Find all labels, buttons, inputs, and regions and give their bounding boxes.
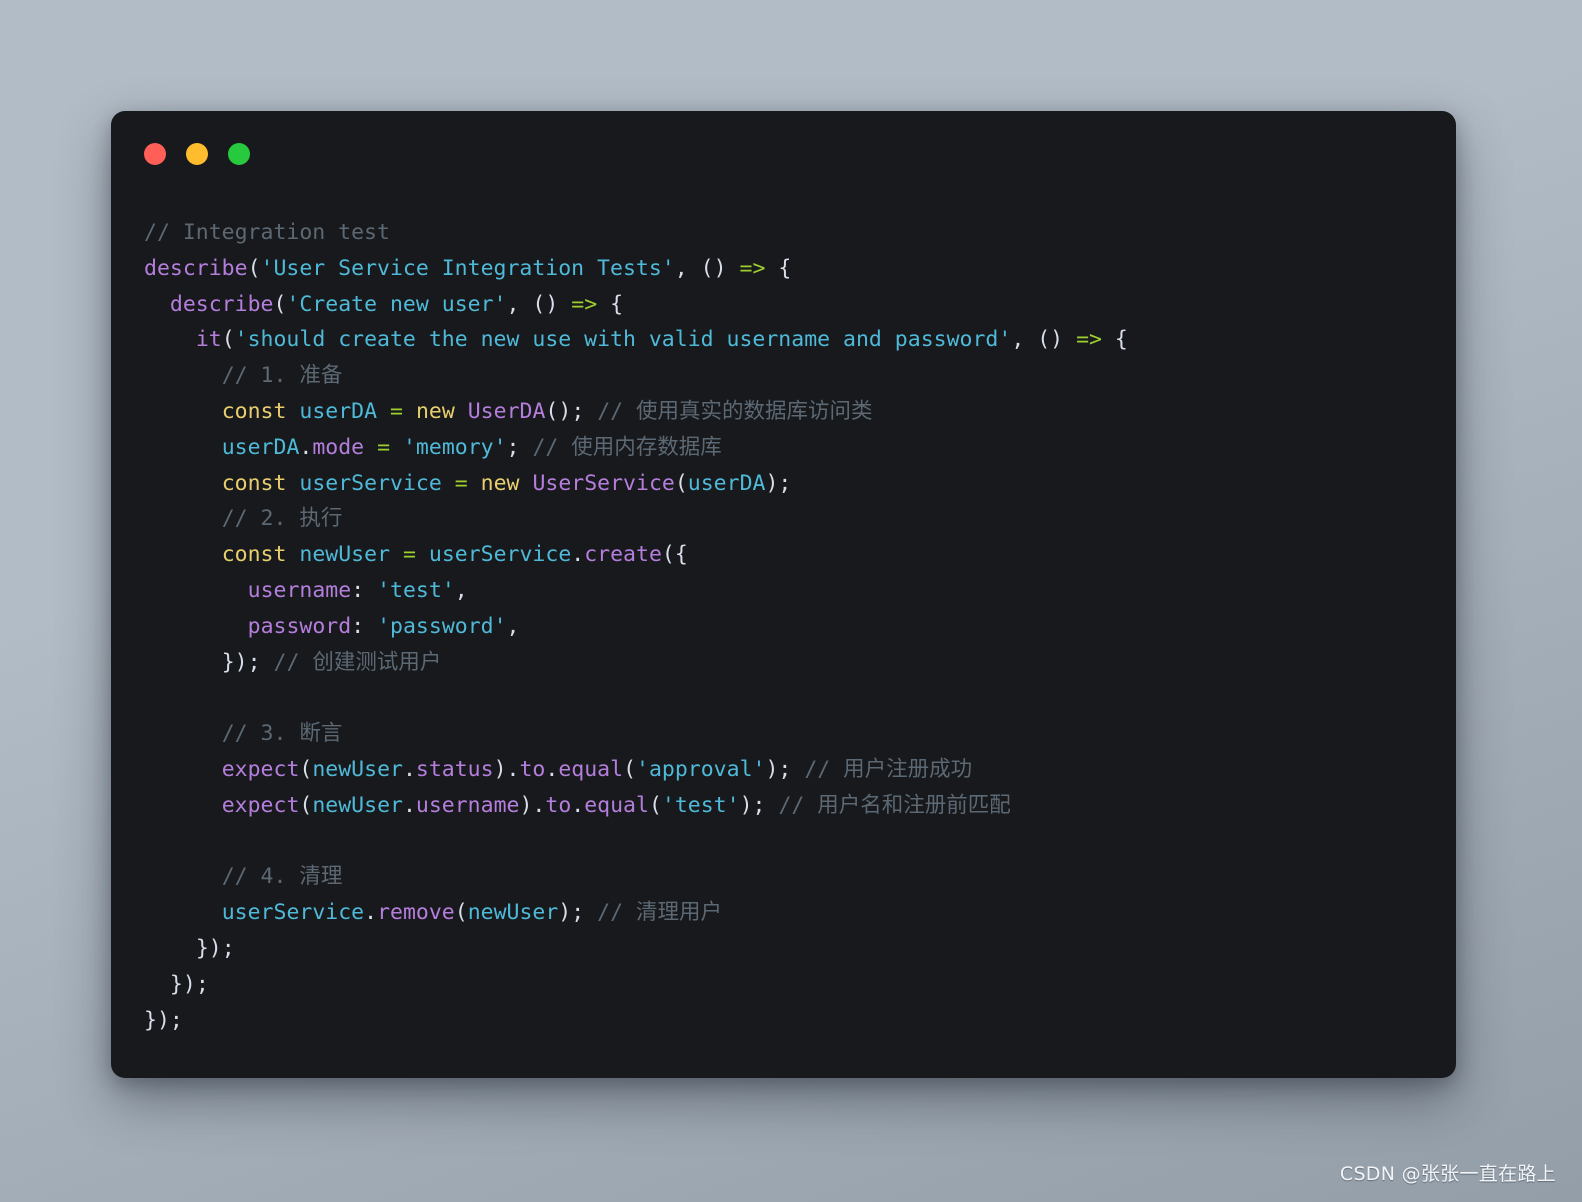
code-editor-area[interactable]: // Integration test describe('User Servi… [111,197,1456,1078]
traffic-light-buttons [144,143,250,165]
code-block[interactable]: // Integration test describe('User Servi… [144,215,1426,1038]
watermark-text: CSDN @张张一直在路上 [1339,1163,1556,1185]
window-titlebar[interactable] [111,111,1456,197]
maximize-button-icon[interactable] [228,143,250,165]
close-button-icon[interactable] [144,143,166,165]
minimize-button-icon[interactable] [186,143,208,165]
code-window: // Integration test describe('User Servi… [111,111,1456,1078]
screenshot-stage: // Integration test describe('User Servi… [0,0,1582,1202]
